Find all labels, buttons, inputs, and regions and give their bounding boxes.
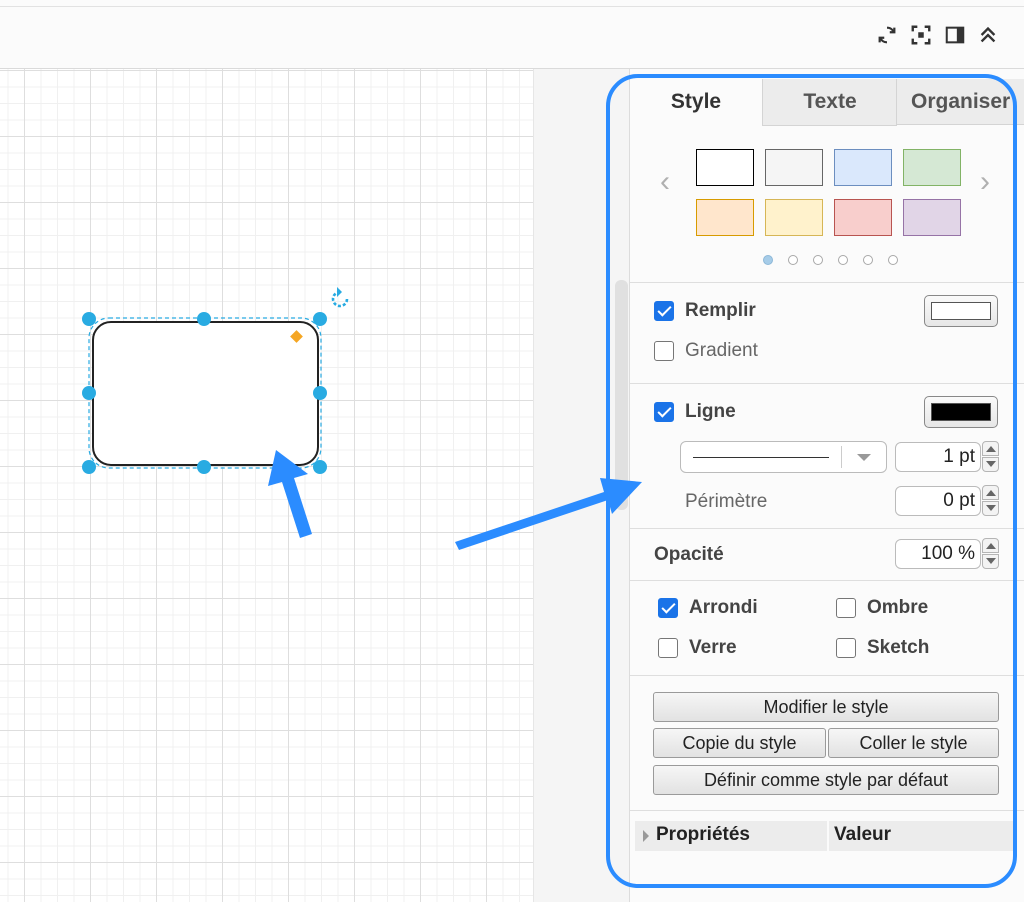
fill-color-button[interactable]: [924, 295, 998, 327]
collapse-icon[interactable]: [975, 22, 1001, 48]
stepper-up-icon[interactable]: [982, 538, 999, 553]
line-color-preview: [931, 403, 991, 421]
expand-arrow-icon[interactable]: [643, 830, 649, 842]
stepper-down-icon[interactable]: [982, 501, 999, 516]
line-color-button[interactable]: [924, 396, 998, 428]
fill-checkbox[interactable]: [654, 301, 674, 321]
format-panel: Style Texte Organiser ‹ › Remplir Gradie…: [629, 69, 1024, 902]
palette-page-dot[interactable]: [863, 255, 873, 265]
gradient-label: Gradient: [685, 340, 758, 361]
properties-column-header[interactable]: Propriétés: [635, 821, 827, 851]
set-default-style-button[interactable]: Définir comme style par défaut: [653, 765, 999, 795]
style-swatch[interactable]: [903, 149, 961, 186]
opacity-label: Opacité: [654, 544, 724, 565]
palette-page-dot[interactable]: [788, 255, 798, 265]
opacity-input[interactable]: 100 %: [895, 539, 981, 569]
value-column-label: Valeur: [834, 824, 892, 845]
line-section: Ligne 1 pt Périmètre 0 pt: [630, 383, 1024, 529]
stepper-up-icon[interactable]: [982, 441, 999, 456]
panel-tabs: Style Texte Organiser: [630, 79, 1024, 126]
style-swatch[interactable]: [765, 149, 823, 186]
style-swatch[interactable]: [834, 199, 892, 236]
value-column-header: Valeur: [829, 821, 1015, 851]
line-pattern-select[interactable]: [680, 441, 887, 473]
style-swatch[interactable]: [903, 199, 961, 236]
properties-table-header: Propriétés Valeur: [635, 821, 1015, 851]
chevron-down-icon: [857, 454, 871, 461]
sync-icon[interactable]: [874, 22, 900, 48]
style-swatch[interactable]: [765, 199, 823, 236]
style-palette-section: ‹ ›: [630, 125, 1024, 283]
perimeter-input[interactable]: 0 pt: [895, 486, 981, 516]
shadow-label: Ombre: [867, 597, 929, 618]
glass-label: Verre: [689, 637, 737, 658]
sketch-label: Sketch: [867, 637, 930, 658]
palette-page-dot[interactable]: [838, 255, 848, 265]
stepper-up-icon[interactable]: [982, 485, 999, 500]
options-section: Arrondi Ombre Verre Sketch: [630, 580, 1024, 676]
gradient-checkbox[interactable]: [654, 341, 674, 361]
fullscreen-icon[interactable]: [908, 22, 934, 48]
shadow-checkbox[interactable]: [836, 598, 856, 618]
diagram-canvas[interactable]: [0, 69, 533, 902]
style-actions-section: Modifier le style Copie du style Coller …: [630, 675, 1024, 811]
properties-column-label: Propriétés: [656, 824, 750, 845]
style-swatch[interactable]: [696, 149, 754, 186]
format-panel-icon[interactable]: [942, 22, 968, 48]
line-label: Ligne: [685, 401, 736, 422]
rounded-checkbox[interactable]: [658, 598, 678, 618]
stepper-down-icon[interactable]: [982, 554, 999, 569]
glass-checkbox[interactable]: [658, 638, 678, 658]
sketch-checkbox[interactable]: [836, 638, 856, 658]
fill-label: Remplir: [685, 300, 756, 321]
opacity-section: Opacité 100 %: [630, 528, 1024, 581]
opacity-stepper[interactable]: [982, 538, 999, 570]
tab-organiser[interactable]: Organiser: [896, 79, 1024, 125]
line-width-stepper[interactable]: [982, 441, 999, 473]
select-divider: [841, 446, 842, 468]
vertical-scrollbar[interactable]: [615, 280, 628, 510]
paste-style-button[interactable]: Coller le style: [828, 728, 999, 758]
palette-page-dot[interactable]: [813, 255, 823, 265]
stepper-down-icon[interactable]: [982, 457, 999, 472]
palette-prev-icon[interactable]: ‹: [660, 165, 670, 199]
toolbar-divider: [0, 6, 1024, 7]
fill-color-preview: [931, 302, 991, 320]
edit-style-button[interactable]: Modifier le style: [653, 692, 999, 722]
palette-next-icon[interactable]: ›: [980, 165, 990, 199]
palette-page-dot[interactable]: [888, 255, 898, 265]
line-pattern-preview: [693, 457, 829, 458]
line-width-input[interactable]: 1 pt: [895, 442, 981, 472]
style-swatch[interactable]: [834, 149, 892, 186]
copy-style-button[interactable]: Copie du style: [653, 728, 826, 758]
fill-section: Remplir Gradient: [630, 282, 1024, 384]
perimeter-label: Périmètre: [685, 491, 768, 512]
perimeter-stepper[interactable]: [982, 485, 999, 517]
tab-texte[interactable]: Texte: [762, 79, 897, 126]
style-swatch[interactable]: [696, 199, 754, 236]
tab-style[interactable]: Style: [630, 79, 762, 125]
rounded-label: Arrondi: [689, 597, 758, 618]
line-checkbox[interactable]: [654, 402, 674, 422]
top-toolbar: [0, 0, 1024, 69]
palette-page-dot[interactable]: [763, 255, 773, 265]
